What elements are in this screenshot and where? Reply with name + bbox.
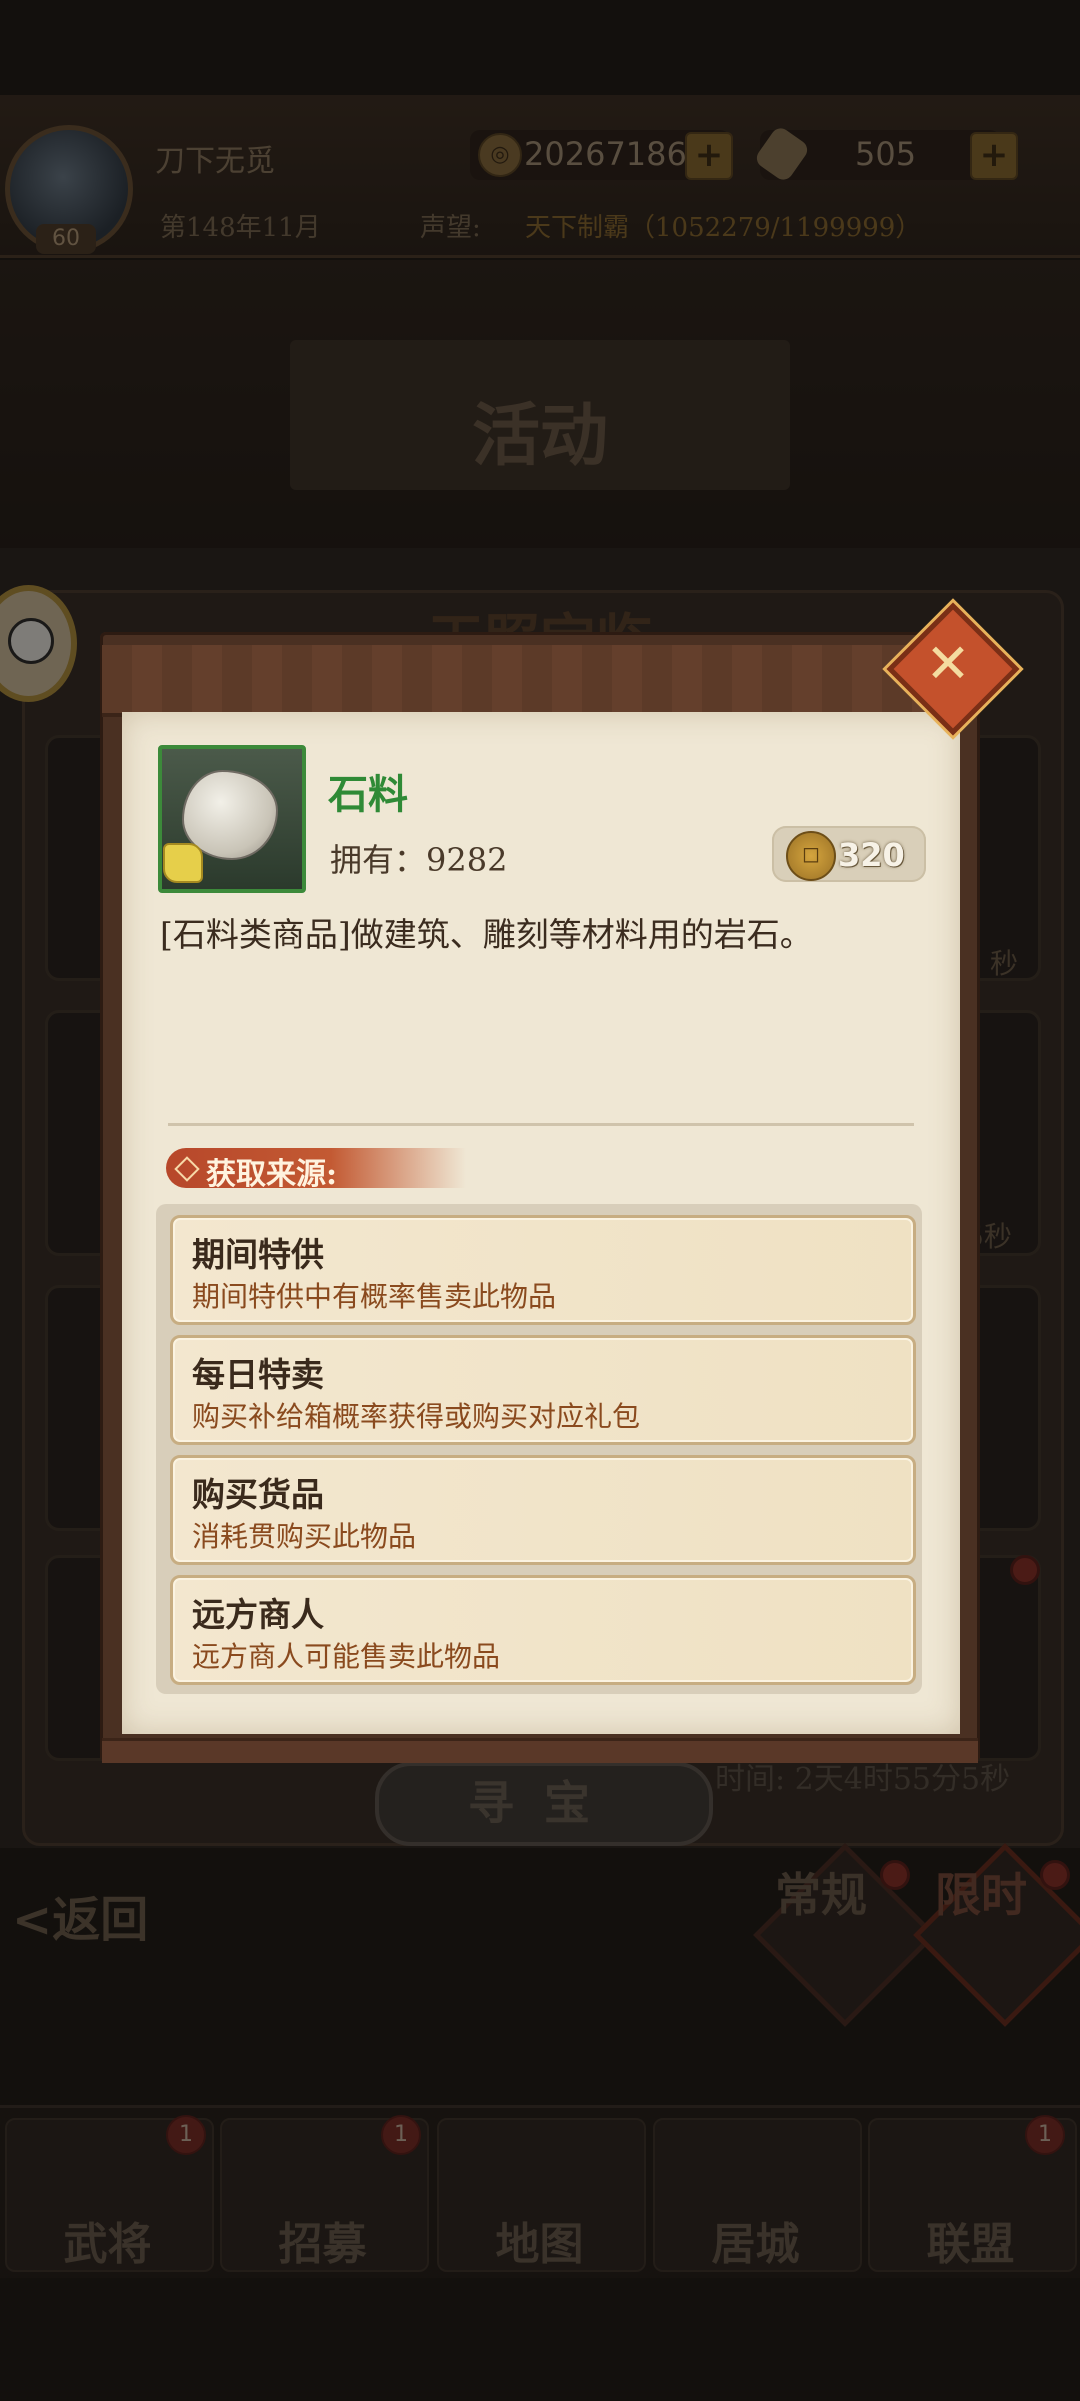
item-owned-count: 拥有：9282 bbox=[330, 841, 508, 879]
source-section-title: 获取来源: bbox=[206, 1157, 338, 1192]
source-name: 购买货品 bbox=[192, 1475, 324, 1514]
source-name: 远方商人 bbox=[192, 1595, 324, 1634]
source-desc: 消耗贯购买此物品 bbox=[192, 1520, 417, 1553]
modal-footer-bar bbox=[102, 1738, 978, 1763]
item-name: 石料 bbox=[328, 771, 408, 818]
price-value: 320 bbox=[838, 836, 905, 874]
puzzle-piece-icon bbox=[163, 843, 203, 883]
source-name: 每日特卖 bbox=[192, 1355, 324, 1394]
source-desc: 远方商人可能售卖此物品 bbox=[192, 1640, 501, 1673]
close-icon[interactable]: ✕ bbox=[906, 622, 990, 706]
divider bbox=[168, 1123, 914, 1126]
source-desc: 期间特供中有概率售卖此物品 bbox=[192, 1280, 557, 1313]
source-desc: 购买补给箱概率获得或购买对应礼包 bbox=[192, 1400, 641, 1433]
modal-header-bar bbox=[102, 645, 978, 717]
source-name: 期间特供 bbox=[192, 1235, 324, 1274]
coin-icon: ◻ bbox=[786, 831, 836, 881]
item-description: [石料类商品]做建筑、雕刻等材料用的岩石。 bbox=[160, 915, 813, 954]
